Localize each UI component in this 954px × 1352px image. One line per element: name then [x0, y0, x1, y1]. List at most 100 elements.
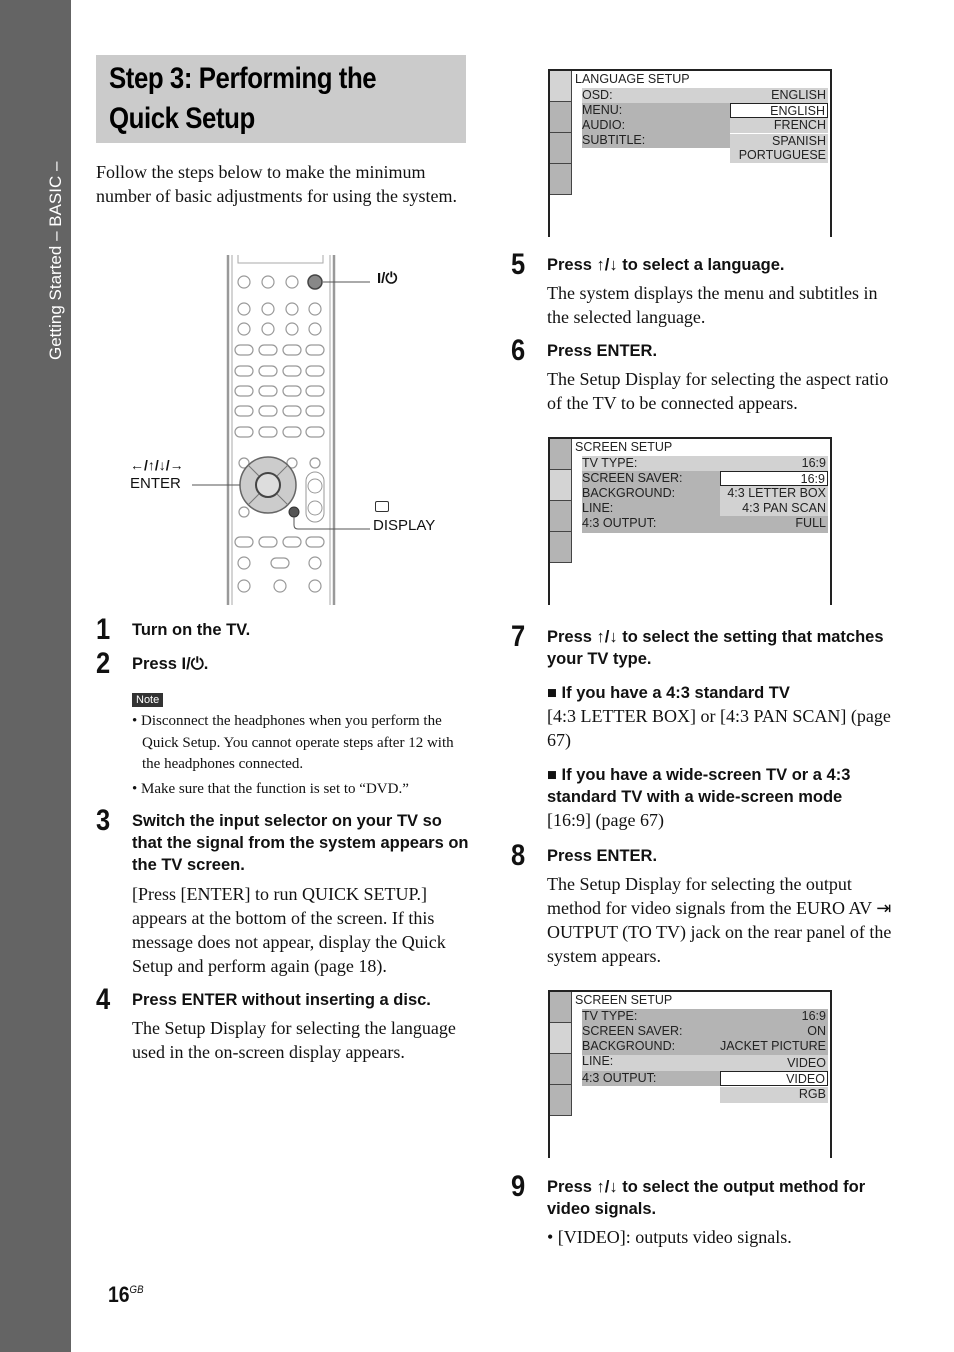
step-number: 3	[96, 804, 111, 837]
remote-button[interactable]	[285, 275, 299, 289]
display-button[interactable]	[288, 506, 300, 518]
step-number: 2	[96, 647, 111, 680]
page-title-line2: Quick Setup	[109, 102, 255, 135]
osd-option[interactable]: RGB	[720, 1087, 828, 1103]
case-heading: ■ If you have a wide-screen TV or a 4:3 …	[547, 766, 851, 806]
osd-option-selected[interactable]: ENGLISH	[730, 103, 828, 118]
power-label: I/⏻	[377, 270, 398, 287]
osd-title: SCREEN SETUP	[575, 440, 673, 454]
remote-button[interactable]	[258, 426, 278, 438]
remote-button[interactable]	[282, 426, 302, 438]
remote-button[interactable]	[258, 405, 278, 417]
page-title-line1: Step 3: Performing the	[109, 62, 377, 95]
remote-button[interactable]	[234, 344, 254, 356]
remote-button[interactable]	[305, 344, 325, 356]
osd-tab	[550, 71, 572, 102]
case-standard-tv: ■ If you have a 4:3 standard TV [4:3 LET…	[547, 682, 892, 752]
case-body: [4:3 LETTER BOX] or [4:3 PAN SCAN] (page…	[547, 706, 891, 750]
osd-title: SCREEN SETUP	[575, 993, 673, 1007]
remote-button[interactable]	[237, 275, 251, 289]
case-widescreen-tv: ■ If you have a wide-screen TV or a 4:3 …	[547, 764, 892, 832]
step-body: The Setup Display for selecting the aspe…	[547, 369, 889, 413]
remote-button[interactable]	[237, 322, 251, 336]
remote-button[interactable]	[234, 426, 254, 438]
osd-tab	[550, 1023, 572, 1054]
remote-button[interactable]	[282, 365, 302, 377]
osd-option-selected[interactable]: 16:9	[720, 471, 828, 486]
osd-option[interactable]: 4:3 LETTER BOX	[720, 486, 828, 501]
enter-button[interactable]	[255, 472, 281, 498]
osd-tab	[550, 1085, 572, 1116]
remote-button[interactable]	[305, 365, 325, 377]
osd-option-selected[interactable]: VIDEO	[720, 1071, 828, 1086]
remote-button[interactable]	[258, 385, 278, 397]
osd-option[interactable]: 4:3 PAN SCAN	[720, 501, 828, 516]
remote-illustration: I/⏻ ←/↑/↓/→ ENTER DISPLAY	[120, 255, 480, 605]
osd-row-label: SUBTITLE:	[582, 133, 646, 147]
remote-button[interactable]	[234, 536, 254, 548]
remote-button[interactable]	[308, 556, 322, 570]
remote-button[interactable]	[238, 506, 250, 518]
remote-button[interactable]	[305, 405, 325, 417]
osd-row-value: ENGLISH	[771, 88, 826, 102]
language-setup-display: LANGUAGE SETUP OSD: ENGLISH MENU: AUDIO:…	[548, 69, 832, 237]
osd-row-value: FULL	[795, 516, 826, 530]
osd-option[interactable]: FRENCH	[730, 118, 828, 133]
osd-tab	[550, 532, 572, 563]
remote-button[interactable]	[285, 322, 299, 336]
remote-control-drawing	[192, 255, 370, 605]
osd-option[interactable]: PORTUGUESE	[730, 148, 828, 163]
remote-button[interactable]	[237, 556, 251, 570]
note-badge: Note	[132, 693, 164, 707]
power-button[interactable]	[307, 274, 323, 290]
remote-button[interactable]	[258, 536, 278, 548]
remote-button[interactable]	[305, 536, 325, 548]
remote-button[interactable]	[258, 365, 278, 377]
osd-tab	[550, 133, 572, 164]
remote-button[interactable]	[258, 344, 278, 356]
osd-row-label: SCREEN SAVER:	[582, 1024, 683, 1038]
arrows-label: ←/↑/↓/→	[130, 457, 184, 473]
osd-row-value: VIDEO	[787, 1056, 826, 1070]
display-icon	[375, 501, 389, 512]
page-suffix: GB	[129, 1284, 144, 1296]
step-heading: Press ↑/↓ to select the setting that mat…	[547, 628, 884, 668]
remote-button[interactable]	[261, 275, 275, 289]
osd-row-value: 16:9	[801, 456, 826, 470]
remote-button[interactable]	[282, 405, 302, 417]
remote-button[interactable]	[234, 365, 254, 377]
remote-button[interactable]	[308, 302, 322, 316]
remote-button[interactable]	[282, 385, 302, 397]
remote-button[interactable]	[309, 457, 321, 469]
remote-button[interactable]	[308, 579, 322, 593]
osd-row-label: LINE:	[582, 1054, 614, 1068]
step-heading: Press ENTER.	[547, 847, 658, 865]
remote-button[interactable]	[273, 579, 287, 593]
display-label: DISPLAY	[373, 517, 436, 534]
remote-button[interactable]	[261, 322, 275, 336]
remote-button[interactable]	[261, 302, 275, 316]
osd-tab	[550, 1054, 572, 1085]
remote-button[interactable]	[237, 579, 251, 593]
remote-button[interactable]	[270, 557, 290, 569]
osd-tab	[550, 439, 572, 470]
note-list: • Disconnect the headphones when you per…	[132, 711, 472, 803]
step-number: 8	[511, 839, 526, 872]
remote-button[interactable]	[234, 385, 254, 397]
remote-button[interactable]	[282, 344, 302, 356]
remote-button[interactable]	[305, 385, 325, 397]
screen-setup-display-output: SCREEN SETUP TV TYPE: 16:9 SCREEN SAVER:…	[548, 990, 832, 1158]
remote-button[interactable]	[308, 322, 322, 336]
remote-button[interactable]	[305, 426, 325, 438]
osd-option[interactable]: SPANISH	[730, 134, 828, 149]
remote-button[interactable]	[237, 302, 251, 316]
remote-button[interactable]	[285, 302, 299, 316]
step-body: The system displays the menu and subtitl…	[547, 283, 878, 327]
remote-button[interactable]	[234, 405, 254, 417]
osd-row-label: BACKGROUND:	[582, 1039, 676, 1053]
step-number: 1	[96, 613, 111, 646]
osd-row-label: TV TYPE:	[582, 1009, 638, 1023]
intro-paragraph: Follow the steps below to make the minim…	[96, 162, 457, 206]
section-label: Getting Started – BASIC –	[46, 161, 65, 360]
remote-button[interactable]	[282, 536, 302, 548]
